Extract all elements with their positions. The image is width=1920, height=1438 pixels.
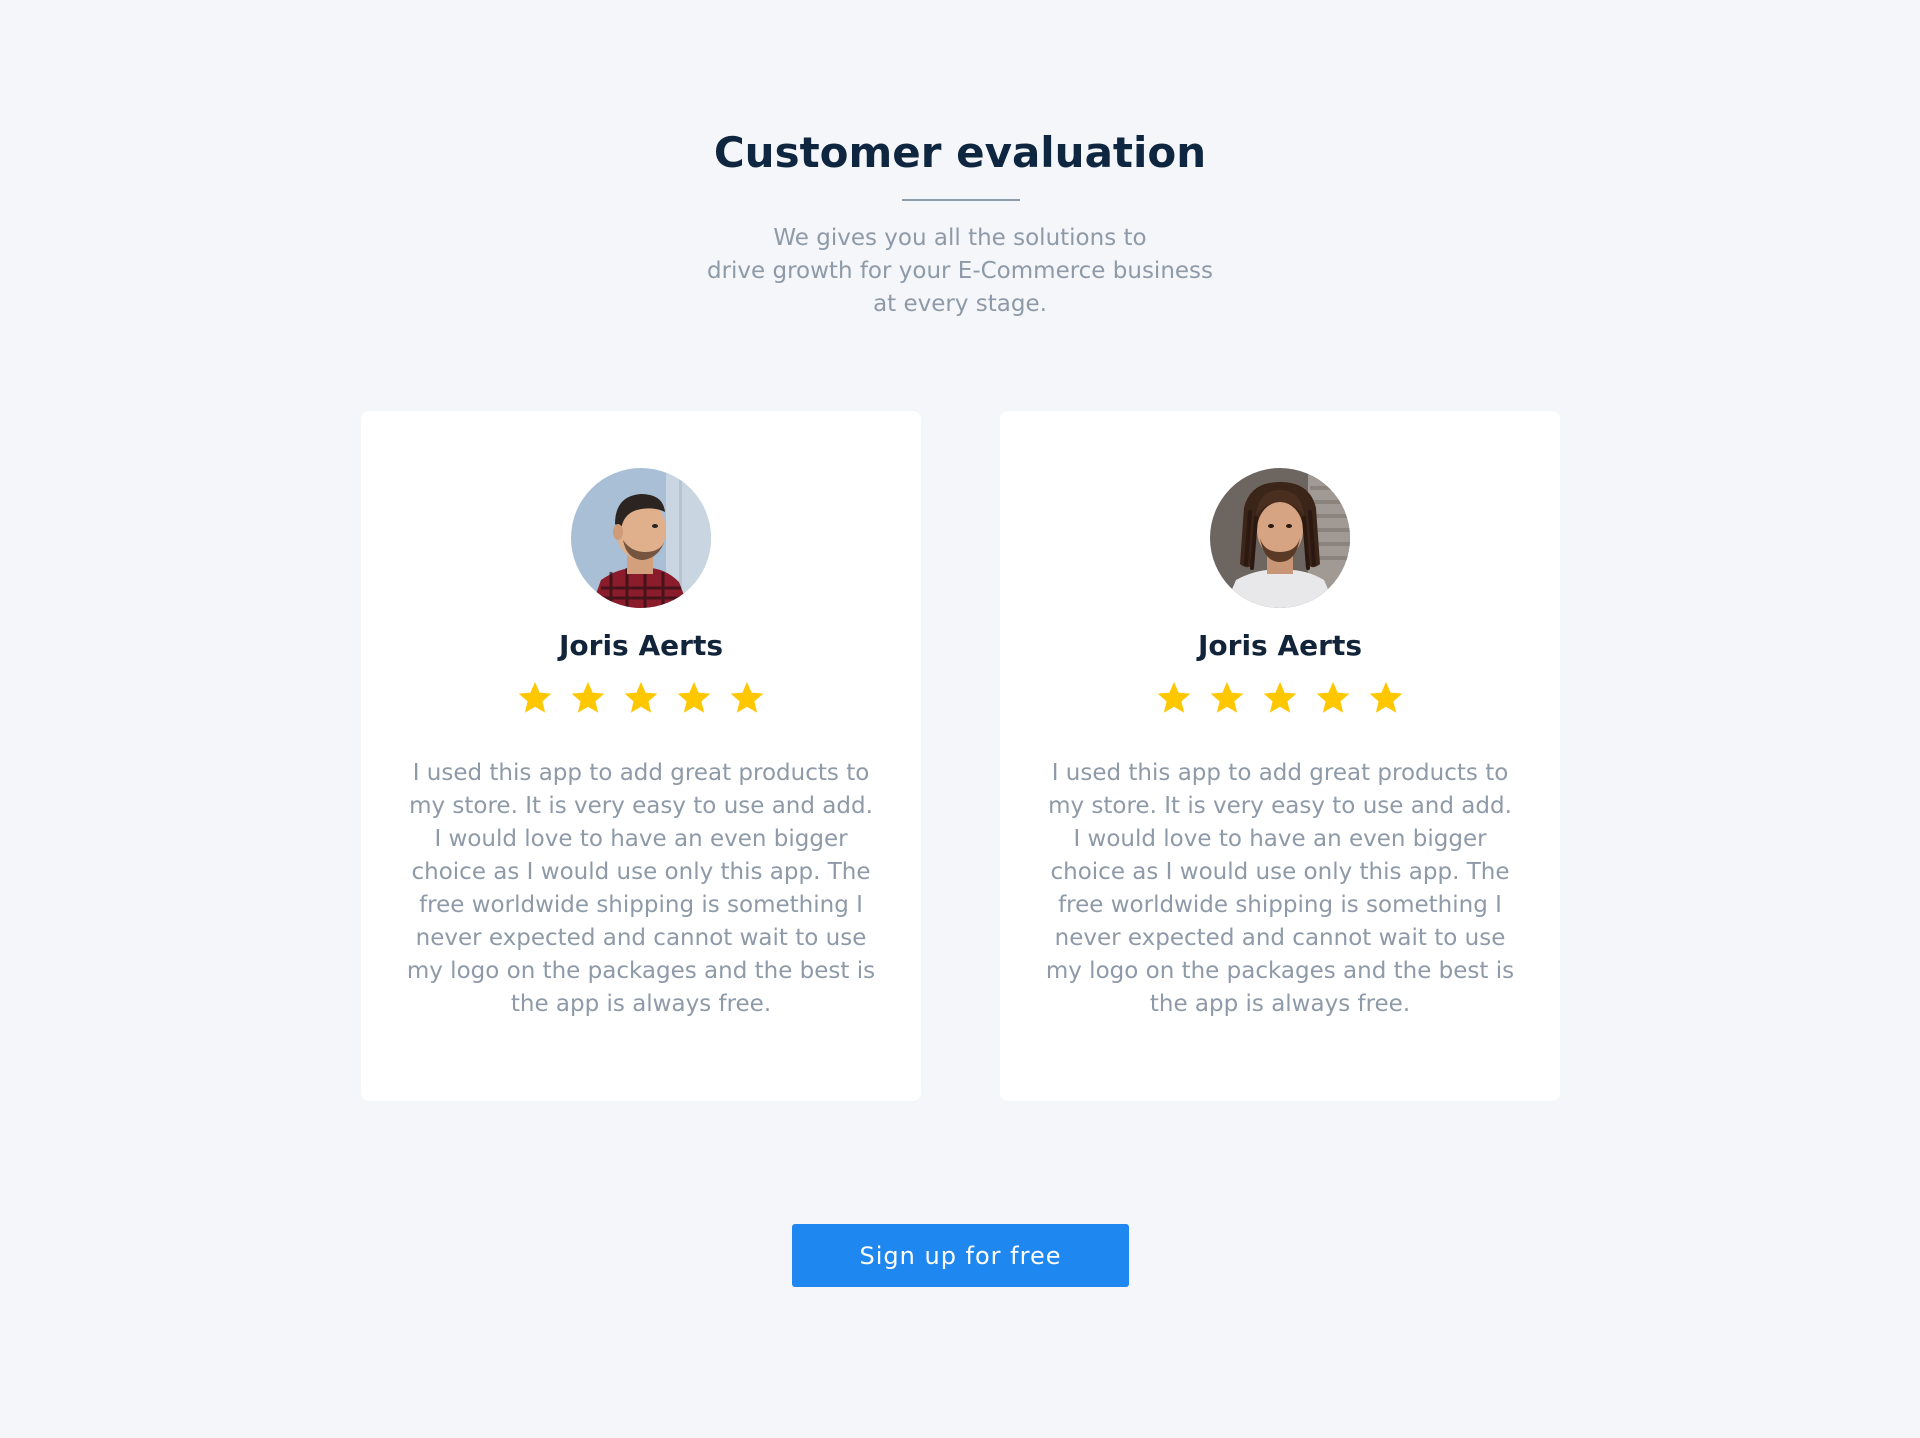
star-icon — [1210, 681, 1244, 713]
star-icon — [1263, 681, 1297, 713]
reviewer-name: Joris Aerts — [559, 629, 723, 662]
star-icon — [1316, 681, 1350, 713]
section-subtitle: We gives you all the solutions to drive … — [660, 222, 1260, 321]
testimonial-card: Joris Aerts I used this app to add great… — [1000, 411, 1560, 1101]
star-icon — [1369, 681, 1403, 713]
subtitle-line: drive growth for your E-Commerce busines… — [706, 258, 1214, 284]
section-title: Customer evaluation — [713, 128, 1207, 177]
star-icon — [624, 681, 658, 713]
star-icon — [518, 681, 552, 713]
star-rating — [1000, 679, 1560, 717]
avatar — [1210, 468, 1350, 608]
review-text: I used this app to add great products to… — [1045, 760, 1515, 1017]
testimonial-card: Joris Aerts I used this app to add great… — [361, 411, 921, 1101]
person-photo-icon — [571, 468, 711, 608]
star-icon — [730, 681, 764, 713]
subtitle-line: We gives you all the solutions to — [773, 225, 1147, 251]
subtitle-line: at every stage. — [873, 291, 1047, 317]
review-text: I used this app to add great products to… — [406, 760, 876, 1017]
star-icon — [571, 681, 605, 713]
star-icon — [1157, 681, 1191, 713]
title-divider — [902, 199, 1020, 201]
signup-button[interactable]: Sign up for free — [792, 1224, 1129, 1287]
reviewer-name: Joris Aerts — [1198, 629, 1362, 662]
avatar — [571, 468, 711, 608]
star-rating — [361, 679, 921, 717]
person-photo-icon — [1210, 468, 1350, 608]
star-icon — [677, 681, 711, 713]
